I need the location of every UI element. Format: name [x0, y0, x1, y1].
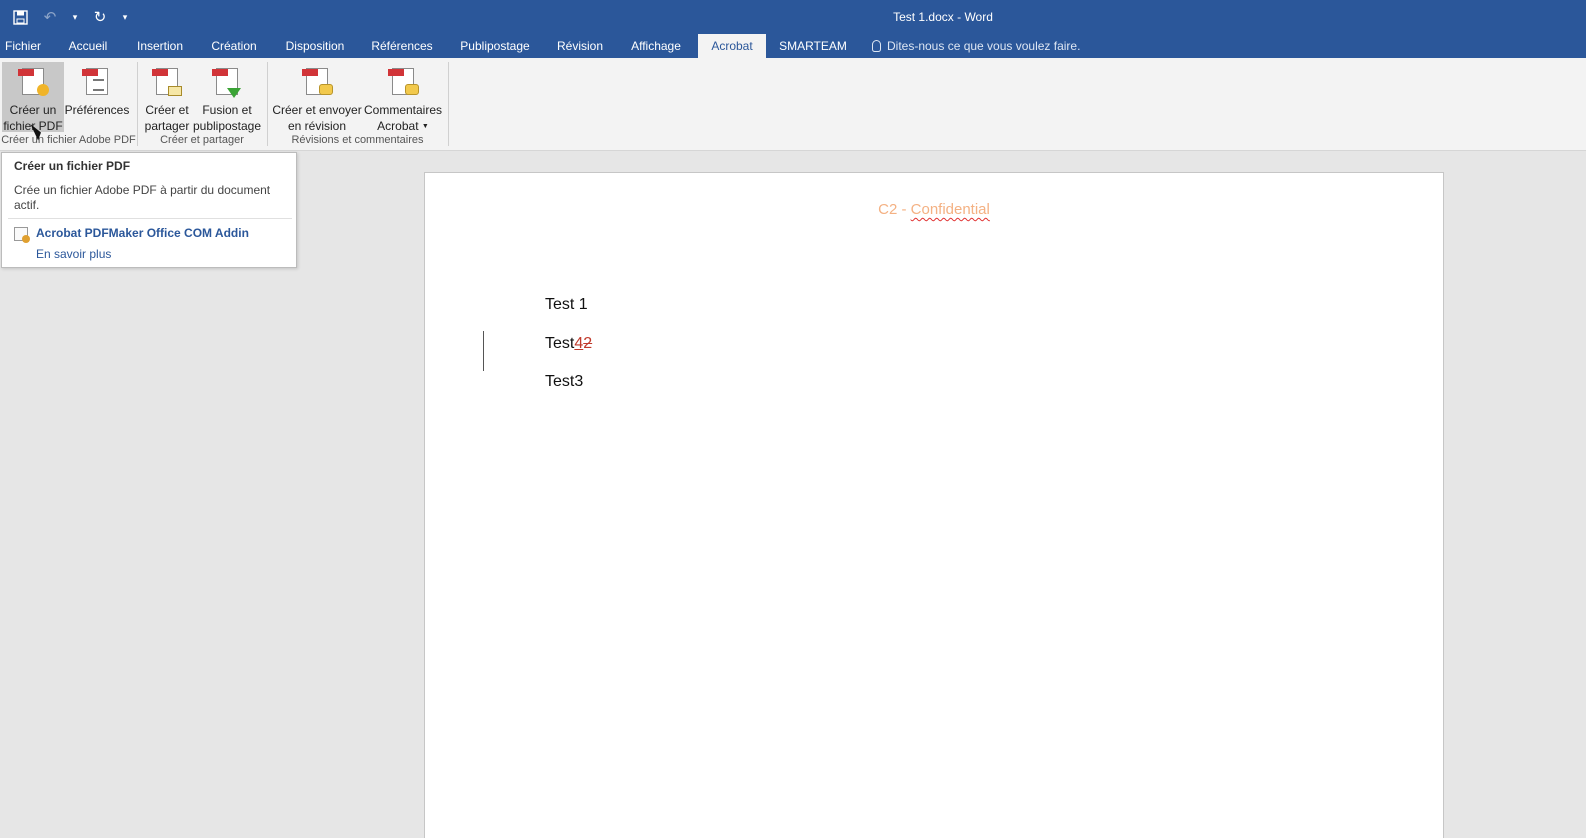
chevron-down-icon: ▼: [421, 122, 429, 130]
paragraph-3[interactable]: Test3: [545, 373, 583, 391]
title-bar: ↶ ▾ ↻ ▾ Test 1.docx - Word: [0, 0, 1586, 34]
tab-acrobat[interactable]: Acrobat: [698, 34, 766, 58]
inserted-text: 4: [574, 335, 584, 352]
misspelled-word: Confidential: [910, 201, 990, 218]
change-bar: [483, 331, 484, 371]
send-for-review-icon: [301, 66, 333, 98]
send-for-review-button[interactable]: Créer et envoyer en révision: [272, 62, 362, 133]
group-separator: [448, 62, 449, 146]
paragraph-1[interactable]: Test 1: [545, 296, 588, 314]
preferences-button[interactable]: Préférences: [64, 62, 130, 132]
tell-me-box[interactable]: Dites-nous ce que vous voulez faire.: [872, 34, 1080, 58]
window-title: Test 1.docx - Word: [893, 10, 993, 24]
learn-more-link[interactable]: En savoir plus: [36, 247, 111, 261]
deleted-text: 2: [583, 335, 593, 352]
preferences-icon: [81, 66, 113, 98]
mail-merge-button[interactable]: Fusion et publipostage: [192, 62, 262, 133]
group-label-create-pdf: Créer un fichier Adobe PDF: [1, 134, 136, 146]
addin-icon: [14, 227, 30, 243]
tell-me-text: Dites-nous ce que vous voulez faire.: [887, 39, 1081, 53]
group-label-review: Révisions et commentaires: [291, 134, 424, 146]
mail-merge-icon: [211, 66, 243, 98]
tooltip-addin-name: Acrobat PDFMaker Office COM Addin: [36, 226, 249, 240]
acrobat-comments-icon: [387, 66, 419, 98]
ribbon-tabs: Fichier Accueil Insertion Création Dispo…: [0, 34, 1586, 58]
tab-publipostage[interactable]: Publipostage: [450, 34, 540, 58]
tab-creation[interactable]: Création: [202, 34, 266, 58]
tab-affichage[interactable]: Affichage: [620, 34, 692, 58]
tab-smarteam[interactable]: SMARTEAM: [774, 34, 852, 58]
lightbulb-icon: [872, 40, 881, 52]
tab-fichier[interactable]: Fichier: [0, 34, 46, 58]
tab-revision[interactable]: Révision: [548, 34, 612, 58]
create-pdf-icon: [17, 66, 49, 98]
create-and-share-button[interactable]: Créer et partager: [142, 62, 192, 133]
create-pdf-tooltip: Créer un fichier PDF Crée un fichier Ado…: [1, 152, 297, 268]
tab-disposition[interactable]: Disposition: [276, 34, 354, 58]
create-and-share-icon: [151, 66, 183, 98]
group-label-create-share: Créer et partager: [160, 134, 244, 146]
page-header: C2 - Confidential: [878, 201, 990, 218]
tab-insertion[interactable]: Insertion: [128, 34, 192, 58]
tooltip-title: Créer un fichier PDF: [14, 159, 131, 173]
document-page[interactable]: C2 - Confidential Test 1 Test42 Test3: [424, 172, 1444, 838]
ribbon-acrobat: Créer un fichier PDF Préférences Créer e…: [0, 58, 1586, 151]
tooltip-divider: [8, 218, 292, 219]
tab-references[interactable]: Références: [364, 34, 440, 58]
tooltip-description: Crée un fichier Adobe PDF à partir du do…: [14, 183, 271, 212]
acrobat-comments-button[interactable]: Commentaires Acrobat ▼: [362, 62, 444, 133]
tab-accueil[interactable]: Accueil: [58, 34, 118, 58]
paragraph-2[interactable]: Test42: [545, 335, 592, 353]
